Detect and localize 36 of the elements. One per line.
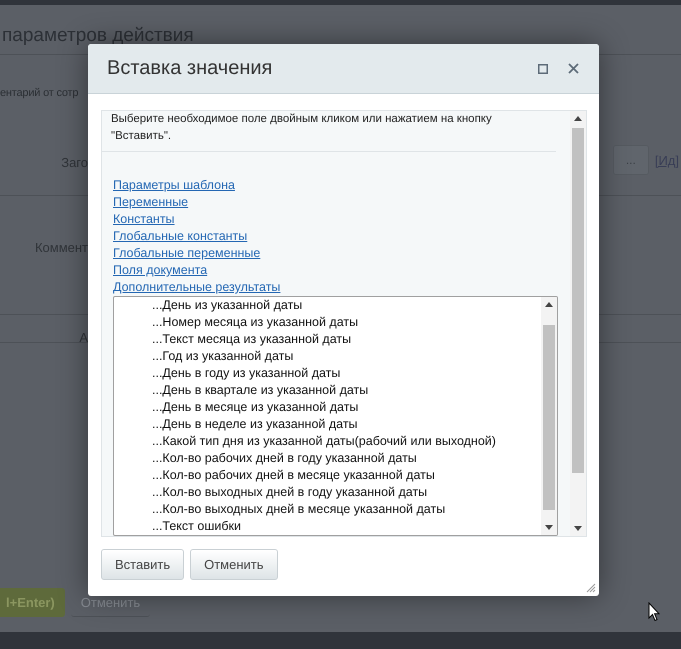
dialog-button[interactable]: Отменить	[190, 549, 278, 580]
options-list[interactable]	[113, 296, 558, 536]
scroll-down-icon[interactable]	[574, 526, 582, 531]
cursor-icon	[648, 602, 660, 622]
dialog-title: Вставка значения	[107, 57, 274, 80]
list-option[interactable]: ...Текст месяца из указанной даты	[114, 331, 541, 348]
list-option[interactable]: ...Кол-во выходных дней в году указанной даты	[114, 484, 541, 501]
list-option[interactable]: ...Номер месяца из указанной даты	[114, 314, 541, 331]
scrollbar[interactable]	[541, 297, 557, 535]
resize-grip-icon[interactable]	[586, 583, 596, 593]
section-link[interactable]: Параметры шаблона	[113, 177, 235, 194]
list-option[interactable]: ...День в месяце из указанной даты	[114, 399, 541, 416]
scroll-down-icon[interactable]	[545, 525, 553, 530]
section-link[interactable]: Глобальные переменные	[113, 245, 260, 262]
maximize-icon[interactable]	[538, 64, 548, 74]
list-option[interactable]: ...День в году из указанной даты	[114, 365, 541, 382]
scroll-up-icon[interactable]	[545, 302, 553, 307]
list-option[interactable]: ...День в неделе из указанной даты	[114, 416, 541, 433]
list-option[interactable]: ...День в квартале из указанной даты	[114, 382, 541, 399]
list-option[interactable]: ...Кол-во выходных дней в месяце указанной даты	[114, 501, 541, 518]
section-link[interactable]: Константы	[113, 211, 175, 228]
scrollbar[interactable]	[570, 111, 586, 536]
list-option[interactable]: ...День из указанной даты	[114, 297, 541, 314]
close-icon[interactable]	[568, 63, 579, 74]
section-link[interactable]: Переменные	[113, 194, 188, 211]
list-option[interactable]: ...Текст ошибки	[114, 518, 541, 535]
section-link[interactable]: Поля документа	[113, 262, 208, 279]
scroll-up-icon[interactable]	[574, 116, 582, 121]
instruction-text: Выберите необходимое поле двойным кликом или нажатием на кнопку "Вставить".	[102, 111, 556, 152]
list-option[interactable]: ...Какой тип дня из указанной даты(рабочий или выходной)	[114, 433, 541, 450]
list-option[interactable]: ...Год из указанной даты	[114, 348, 541, 365]
section-link[interactable]: Глобальные константы	[113, 228, 248, 245]
list-option[interactable]: ...Кол-во рабочих дней в году указанной даты	[114, 450, 541, 467]
dialog-button[interactable]: Вставить	[101, 549, 184, 580]
section-link[interactable]: Дополнительные результаты	[113, 279, 280, 296]
list-option[interactable]: ...Кол-во рабочих дней в месяце указанной даты	[114, 467, 541, 484]
